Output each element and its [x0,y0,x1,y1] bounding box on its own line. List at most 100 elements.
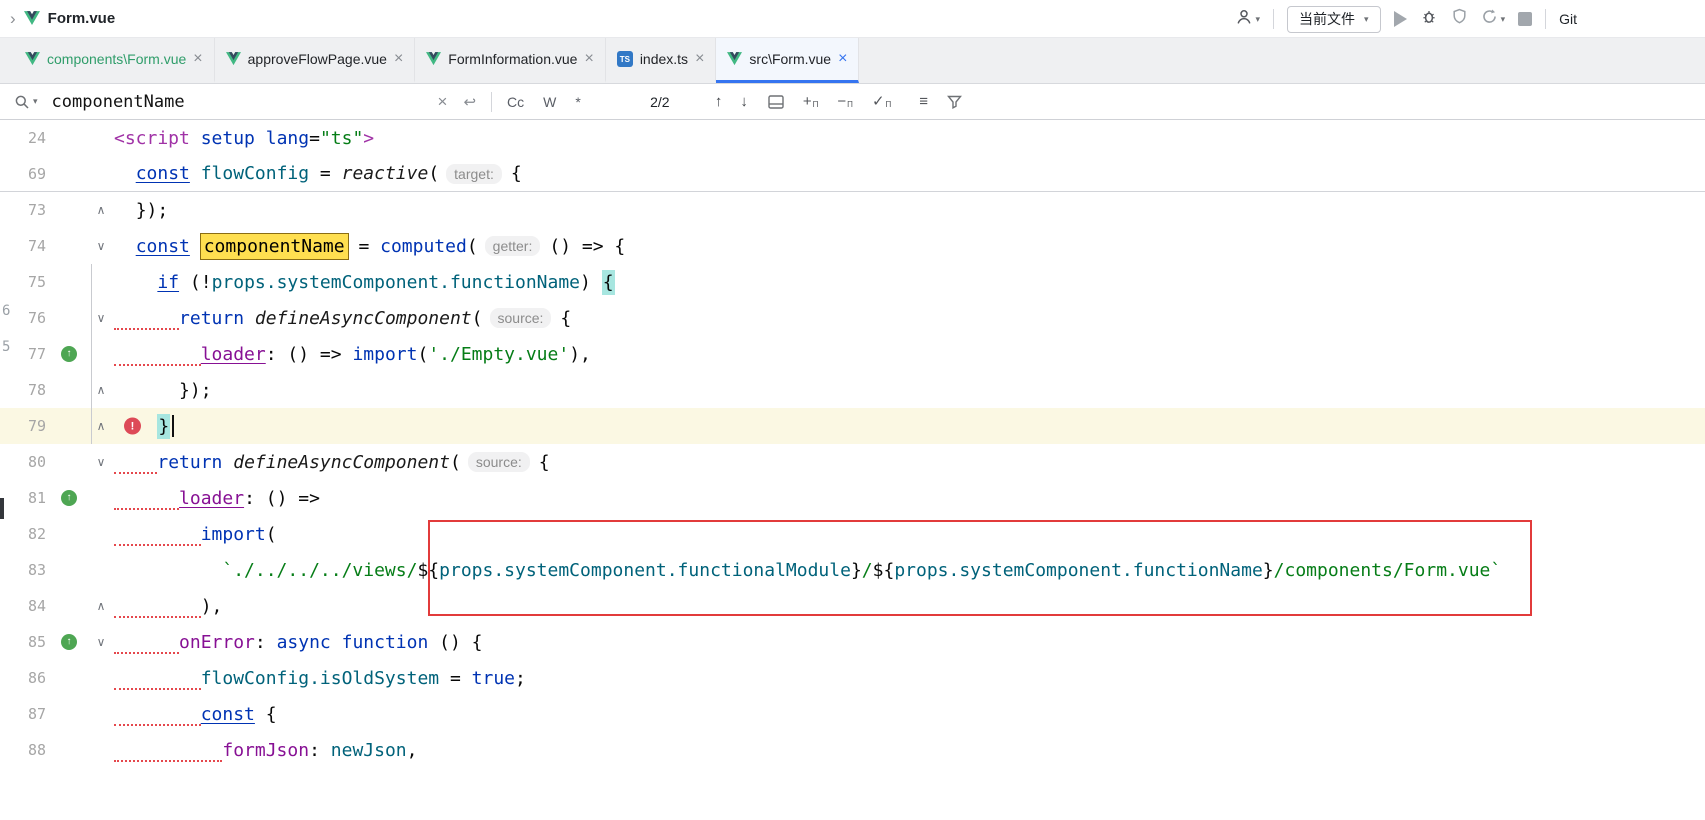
line-number[interactable]: 73 [0,201,50,219]
line-number[interactable]: 78 [0,381,50,399]
clear-search-icon[interactable]: × [438,92,448,112]
green-arrow-icon[interactable]: ↑ [61,634,77,650]
fold-icon[interactable]: ∨ [88,455,114,469]
code-line-84[interactable]: 84∧ ), [0,588,1705,624]
code-line-69[interactable]: 69 const flowConfig = reactive(target:{ [0,156,1705,192]
tab-close-icon[interactable]: × [193,51,202,67]
editor-tab-2[interactable]: FormInformation.vue × [415,38,606,83]
stop-icon[interactable] [1518,12,1532,26]
git-menu[interactable]: Git [1559,11,1577,27]
tab-close-icon[interactable]: × [838,51,847,67]
code-text: onError: async function () { [114,631,483,654]
code-editor: 24 <script setup lang="ts"> 69 const flowC… [0,120,1705,768]
fold-icon[interactable]: ∨ [88,635,114,649]
open-in-find-window-icon[interactable] [768,95,784,109]
vue-icon [426,52,441,66]
line-number[interactable]: 82 [0,525,50,543]
tab-close-icon[interactable]: × [695,51,704,67]
fold-icon[interactable]: ∨ [88,239,114,253]
code-line-75[interactable]: 75 if (!props.systemComponent.functionNa… [0,264,1705,300]
code-line-88[interactable]: 88 formJson: newJson, [0,732,1705,768]
line-number[interactable]: 83 [0,561,50,579]
line-number[interactable]: 80 [0,453,50,471]
line-number[interactable]: 69 [0,165,50,183]
code-line-78[interactable]: 78∧ }); [0,372,1705,408]
fold-icon[interactable]: ∧ [88,599,114,613]
coverage-icon[interactable] [1451,8,1468,30]
tab-close-icon[interactable]: × [394,51,403,67]
title-bar-left: › Form.vue [0,9,115,29]
gutter-navigate-icon[interactable]: ↑ [50,490,88,506]
filter-icon[interactable] [947,94,962,109]
search-input[interactable]: componentName [52,92,430,112]
code-text: <script setup lang="ts"> [114,128,374,149]
gutter-navigate-icon[interactable]: ↑ [50,346,88,362]
code-line-74[interactable]: 74 ∨ const componentName = computed(gette… [0,228,1705,264]
green-arrow-icon[interactable]: ↑ [61,346,77,362]
line-number[interactable]: 24 [0,129,50,147]
line-number[interactable]: 87 [0,705,50,723]
tab-close-icon[interactable]: × [584,51,593,67]
code-line-86[interactable]: 86 flowConfig.isOldSystem = true; [0,660,1705,696]
green-arrow-icon[interactable]: ↑ [61,490,77,506]
code-text: import( [114,523,277,546]
tab-label: FormInformation.vue [448,51,577,67]
vue-icon [25,52,40,66]
error-icon[interactable]: ! [124,418,141,435]
prev-occurrence-icon[interactable]: ↑ [715,93,723,110]
code-line-79[interactable]: 79∧ }! [0,408,1705,444]
search-options-chevron[interactable]: ▾ [33,96,38,107]
code-line-24[interactable]: 24 <script setup lang="ts"> [0,120,1705,156]
code-line-73[interactable]: 73 ∧ }); [0,192,1705,228]
code-line-81[interactable]: 81↑ loader: () => [0,480,1705,516]
code-line-85[interactable]: 85 ↑ ∨ onError: async function () { [0,624,1705,660]
fold-range-guide [91,264,92,444]
run-config-select[interactable]: 当前文件 ▾ [1287,6,1381,33]
divider [491,92,492,112]
line-number[interactable]: 85 [0,633,50,651]
regex-toggle[interactable]: * [575,94,580,110]
debug-icon[interactable] [1420,8,1438,31]
line-number[interactable]: 86 [0,669,50,687]
filter-lines-icon[interactable]: ≡ [919,93,928,110]
editor-tab-3[interactable]: TSindex.ts× [606,38,717,83]
fold-icon[interactable]: ∧ [88,203,114,217]
code-line-82[interactable]: 82 import( [0,516,1705,552]
code-text: }); [114,200,168,221]
match-case-toggle[interactable]: Cc [507,94,524,110]
code-line-80[interactable]: 80∨ return defineAsyncComponent(source:{ [0,444,1705,480]
remove-occurrence-icon[interactable]: −Π [837,95,853,109]
code-line-76[interactable]: 76∨ return defineAsyncComponent(source:{ [0,300,1705,336]
editor-tab-0[interactable]: components\Form.vue × [14,38,215,83]
line-number[interactable]: 74 [0,237,50,255]
tab-label: src\Form.vue [749,51,831,67]
line-number[interactable]: 75 [0,273,50,291]
search-icon [14,94,30,110]
newline-icon[interactable]: ↩ [463,93,476,111]
run-icon[interactable] [1394,11,1407,27]
words-toggle[interactable]: W [543,94,556,110]
line-number[interactable]: 81 [0,489,50,507]
code-text: const componentName = computed(getter:()… [114,234,625,259]
vue-logo-icon [24,11,40,26]
chevron-down-icon: ▾ [1501,14,1506,25]
code-line-87[interactable]: 87 const { [0,696,1705,732]
line-number[interactable]: 79 [0,417,50,435]
code-line-77[interactable]: 77↑ loader: () => import('./Empty.vue'), [0,336,1705,372]
add-occurrence-icon[interactable]: +Π [803,95,819,109]
line-number[interactable]: 88 [0,741,50,759]
line-number[interactable]: 84 [0,597,50,615]
editor-tab-1[interactable]: approveFlowPage.vue× [215,38,416,83]
vue-icon [226,52,241,66]
code-line-83[interactable]: 83 `./../../../views/${props.systemCompo… [0,552,1705,588]
left-edge-artifact: 5 [2,339,10,355]
code-text: flowConfig.isOldSystem = true; [114,667,526,690]
gutter-navigate-icon[interactable]: ↑ [50,634,88,650]
profiler-button[interactable]: ▾ [1481,8,1506,30]
next-occurrence-icon[interactable]: ↓ [740,93,748,110]
tab-label: components\Form.vue [47,51,186,67]
run-config-label: 当前文件 [1299,9,1355,29]
select-all-occurrences-icon[interactable]: ✓Π [872,95,891,109]
editor-tab-4[interactable]: src\Form.vue × [716,38,859,83]
user-button[interactable]: ▾ [1235,8,1261,31]
